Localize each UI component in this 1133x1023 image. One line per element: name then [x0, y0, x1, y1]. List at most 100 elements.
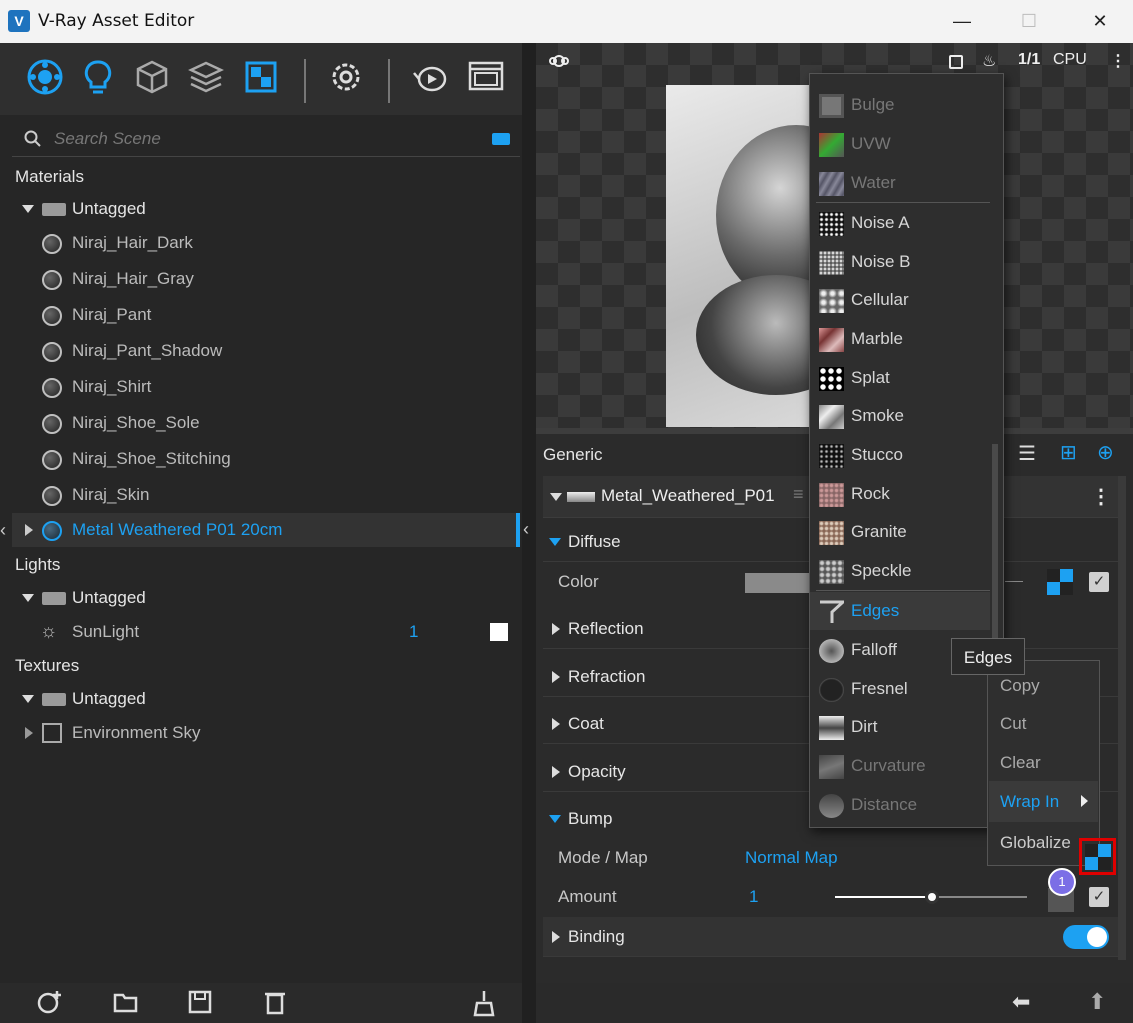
search-bar[interactable]: Search Scene [12, 121, 520, 157]
dropdown-item[interactable]: Cellular [810, 281, 990, 319]
dropdown-item-highlighted[interactable]: Edges [810, 592, 990, 630]
material-item[interactable]: Niraj_Shoe_Stitching [12, 442, 520, 476]
save-icon[interactable] [188, 990, 212, 1014]
noise-b-thumb-icon [819, 251, 844, 275]
lights-tag-group[interactable]: Untagged [12, 581, 520, 615]
dropdown-item[interactable]: Marble [810, 320, 990, 358]
amount-slider-thumb[interactable] [925, 890, 939, 904]
dropdown-item[interactable]: Stucco [810, 436, 990, 474]
expand-arrow-icon[interactable] [22, 695, 34, 703]
amount-value[interactable]: 1 [749, 877, 758, 917]
color-swatch[interactable] [745, 573, 815, 593]
expanded-arrow-icon[interactable] [549, 538, 561, 546]
panel-splitter[interactable]: ‹ [522, 43, 536, 1023]
materials-icon[interactable] [25, 57, 65, 97]
expand-arrow-icon[interactable] [22, 594, 34, 602]
close-button[interactable]: ✕ [1078, 6, 1122, 36]
light-item[interactable]: ☼ SunLight 1 [12, 615, 520, 649]
diffuse-texture-slot[interactable] [1047, 569, 1073, 595]
expand-arrow-icon[interactable] [22, 205, 34, 213]
expanded-arrow-icon[interactable] [549, 815, 561, 823]
binding-toggle[interactable] [1063, 925, 1109, 949]
add-to-scene-icon[interactable]: ⊕ [1097, 440, 1114, 465]
amount-map-checkbox[interactable]: ✓ [1089, 887, 1109, 907]
light-enable-checkbox[interactable] [490, 623, 508, 641]
expand-arrow-icon[interactable] [25, 524, 33, 536]
layer-menu-icon[interactable]: ⋮ [1091, 484, 1111, 509]
dropdown-item[interactable]: Bulge [810, 86, 990, 124]
bump-texture-slot-icon[interactable] [1085, 844, 1111, 870]
dropdown-item[interactable]: Smoke [810, 397, 990, 435]
binding-section[interactable]: Binding [543, 917, 1118, 957]
material-item[interactable]: Niraj_Pant [12, 298, 520, 332]
preview-scene-icon[interactable] [949, 55, 963, 69]
material-ball-icon [42, 450, 62, 470]
dropdown-item[interactable]: Noise A [810, 204, 990, 242]
create-asset-icon[interactable] [36, 989, 62, 1015]
up-arrow-icon[interactable]: ⬆ [1088, 989, 1106, 1015]
render-teapot-icon[interactable] [412, 57, 452, 97]
minimize-button[interactable]: — [940, 6, 984, 36]
frame-buffer-icon[interactable] [466, 57, 506, 97]
texture-item[interactable]: Environment Sky [12, 716, 520, 750]
expand-arrow-icon[interactable] [550, 493, 562, 501]
add-layer-icon[interactable]: ⊞ [1060, 440, 1077, 465]
collapsed-arrow-icon[interactable] [552, 623, 560, 635]
search-input[interactable]: Search Scene [54, 129, 161, 149]
back-arrow-icon[interactable]: ⬅ [1012, 989, 1030, 1015]
bump-texture-slot-highlight[interactable] [1079, 838, 1116, 875]
sliders-icon[interactable]: ☰ [1018, 441, 1036, 466]
collapsed-arrow-icon[interactable] [552, 718, 560, 730]
render-elements-icon[interactable] [186, 57, 226, 97]
selected-material-item[interactable]: Metal Weathered P01 20cm [12, 513, 520, 547]
open-folder-icon[interactable] [113, 991, 139, 1013]
materials-tag-group[interactable]: Untagged [12, 192, 520, 226]
material-item[interactable]: Niraj_Hair_Gray [12, 262, 520, 296]
color-slider-track[interactable] [1005, 581, 1023, 582]
tag-filter-icon[interactable] [492, 133, 510, 145]
dropdown-item[interactable]: Rock [810, 475, 990, 513]
cut-menu-item[interactable]: Cut [988, 704, 1099, 743]
textures-tag-group[interactable]: Untagged [12, 682, 520, 716]
material-item[interactable]: Niraj_Hair_Dark [12, 226, 520, 260]
collapsed-arrow-icon[interactable] [552, 671, 560, 683]
material-ball-icon [42, 342, 62, 362]
dropdown-item[interactable]: UVW [810, 125, 990, 163]
preview-options-icon[interactable] [548, 52, 570, 70]
material-item[interactable]: Niraj_Shoe_Sole [12, 406, 520, 440]
lights-icon[interactable] [78, 57, 118, 97]
diffuse-map-checkbox[interactable]: ✓ [1089, 572, 1109, 592]
material-item[interactable]: Niraj_Skin [12, 478, 520, 512]
collapse-left-icon[interactable]: ‹ [0, 520, 6, 541]
collapse-right-icon[interactable]: ‹ [523, 519, 529, 540]
dropdown-item[interactable]: Granite [810, 513, 990, 551]
maximize-button[interactable]: ☐ [1007, 6, 1051, 36]
dropdown-item[interactable]: Dirt [810, 708, 990, 746]
dropdown-item[interactable]: Water [810, 164, 990, 202]
material-item[interactable]: Niraj_Shirt [12, 370, 520, 404]
geometry-icon[interactable] [132, 57, 172, 97]
wrap-in-menu-item[interactable]: Wrap In [989, 781, 1098, 822]
engine-label[interactable]: CPU [1053, 51, 1087, 69]
dropdown-item[interactable]: Curvature [810, 747, 990, 785]
panel-scrollbar[interactable] [1118, 476, 1126, 960]
material-item[interactable]: Niraj_Pant_Shadow [12, 334, 520, 368]
purge-broom-icon[interactable] [471, 989, 497, 1017]
teapot-icon[interactable]: ♨ [982, 51, 996, 71]
resolution-ratio[interactable]: 1/1 [1018, 51, 1040, 69]
collapsed-arrow-icon[interactable] [552, 931, 560, 943]
textures-icon[interactable] [241, 57, 281, 97]
drag-handle-icon[interactable]: ≡ [793, 484, 804, 505]
collapsed-arrow-icon[interactable] [552, 766, 560, 778]
dropdown-item[interactable]: Noise B [810, 243, 990, 281]
dropdown-item[interactable]: Distance [810, 786, 990, 824]
settings-gear-icon[interactable] [326, 57, 366, 97]
mode-map-dropdown[interactable]: Normal Map [745, 838, 838, 878]
dropdown-item[interactable]: Splat [810, 359, 990, 397]
more-options-icon[interactable]: ⋮ [1110, 51, 1126, 71]
expand-arrow-icon[interactable] [25, 727, 33, 739]
clear-menu-item[interactable]: Clear [988, 743, 1099, 782]
splitter-handle[interactable] [516, 513, 520, 547]
delete-trash-icon[interactable] [264, 989, 286, 1015]
dropdown-item[interactable]: Speckle [810, 552, 990, 590]
